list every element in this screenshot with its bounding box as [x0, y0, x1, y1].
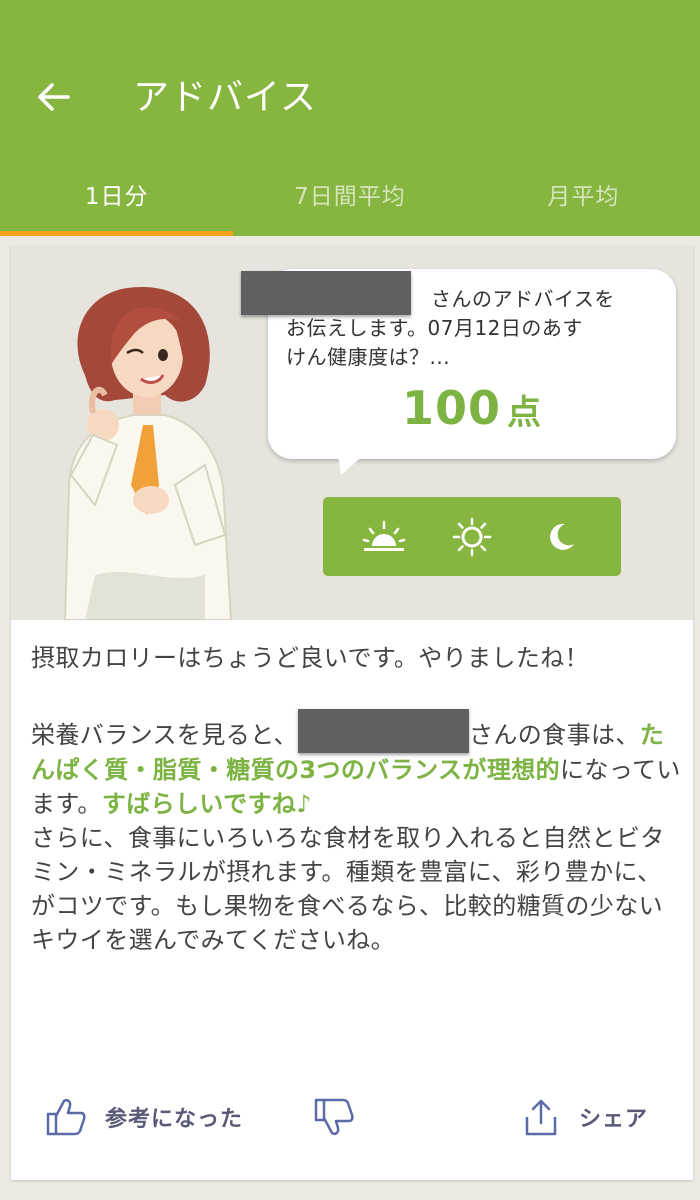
score-value: 100: [401, 381, 502, 435]
advice-card: さんのアドバイスを お伝えします。07月12日のあす けん健康度は？... 10…: [11, 247, 693, 1180]
advice-paragraph-1: 摂取カロリーはちょうど良いです。やりましたね！: [31, 644, 590, 672]
helpful-button[interactable]: 参考になった: [45, 1087, 243, 1147]
app-bar: アドバイス 1日分 7日間平均 月平均: [0, 0, 700, 236]
tab-monthly-average[interactable]: 月平均: [467, 152, 700, 236]
speech-bubble: さんのアドバイスを お伝えします。07月12日のあす けん健康度は？... 10…: [241, 269, 676, 459]
bubble-line-3: けん健康度は？...: [286, 345, 451, 369]
back-button[interactable]: [28, 72, 78, 122]
share-icon: [525, 1099, 557, 1136]
health-score: 100 点: [268, 381, 676, 435]
tab-bar: 1日分 7日間平均 月平均: [0, 152, 700, 236]
score-unit: 点: [507, 393, 543, 433]
advisor-character-illustration: [63, 286, 233, 620]
meal-selector: [323, 497, 621, 576]
tab-daily[interactable]: 1日分: [0, 152, 234, 236]
share-label: シェア: [579, 1107, 649, 1132]
advice-hero: さんのアドバイスを お伝えします。07月12日のあす けん健康度は？... 10…: [11, 247, 693, 620]
bubble-message: さんのアドバイスを お伝えします。07月12日のあす けん健康度は？...: [286, 285, 666, 372]
thumbs-up-icon: [46, 1098, 86, 1136]
helpful-label: 参考になった: [105, 1107, 244, 1132]
dinner-button[interactable]: [532, 512, 588, 562]
page-title: アドバイス: [133, 77, 317, 118]
bubble-line-1: さんのアドバイスを: [431, 287, 615, 311]
bubble-line-2: お伝えします。07月12日のあす: [286, 316, 583, 340]
highlight-praise: すばらしいですね♪: [101, 790, 313, 818]
not-helpful-button[interactable]: [313, 1087, 355, 1147]
advice-text: 摂取カロリーはちょうど良いです。やりましたね！ 栄養バランスを見ると、 さんの食事…: [31, 641, 681, 991]
feedback-actions: 参考になった シェア: [11, 1087, 693, 1147]
breakfast-button[interactable]: [356, 512, 412, 562]
moon-icon: [550, 523, 574, 550]
thumbs-down-icon: [314, 1098, 354, 1136]
redacted-username: [297, 709, 469, 753]
lunch-button[interactable]: [444, 512, 500, 562]
sunrise-icon: [362, 520, 406, 551]
sun-icon: [452, 517, 492, 556]
tab-7day-average[interactable]: 7日間平均: [233, 152, 466, 236]
share-button[interactable]: シェア: [523, 1087, 648, 1147]
speech-bubble-tail: [337, 447, 373, 475]
advice-paragraph-2: 栄養バランスを見ると、 さんの食事は、たんぱく質・脂質・糖質の3つのバランスが理想…: [31, 709, 681, 957]
back-arrow-icon: [38, 83, 70, 111]
